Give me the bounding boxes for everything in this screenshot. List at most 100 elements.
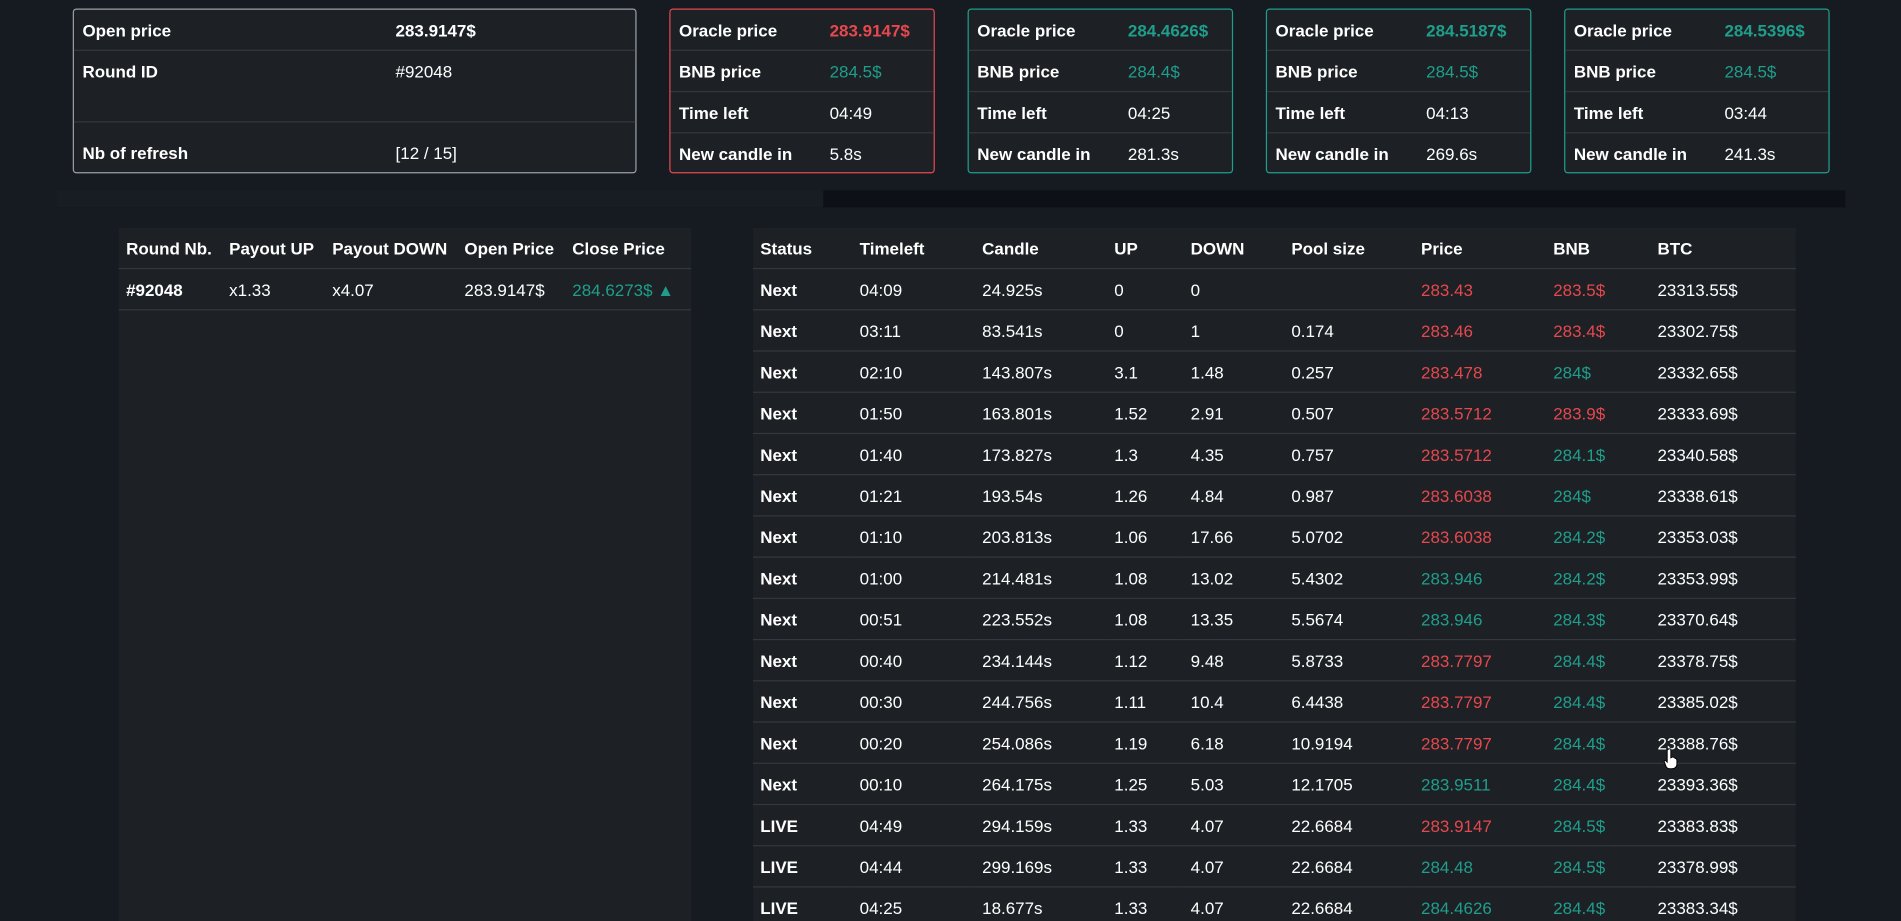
row-status: Next <box>752 680 853 723</box>
table-row[interactable]: Next 01:00 214.481s 1.08 13.02 5.4302 283.946 2… <box>752 557 1796 599</box>
row-candle: 294.159s <box>974 804 1108 847</box>
row-pool-size: 0.507 <box>1284 392 1414 435</box>
column-header-payout-down[interactable]: Payout DOWN <box>324 227 458 270</box>
row-bnb: 283.5$ <box>1545 268 1651 311</box>
row-candle: 223.552s <box>974 598 1108 641</box>
column-header-payout-up[interactable]: Payout UP <box>221 227 325 270</box>
round-id-value: #92048 <box>387 50 636 123</box>
table-row[interactable]: Next 00:30 244.756s 1.11 10.4 6.4438 283.7797 2… <box>752 680 1796 723</box>
row-pool-size: 22.6684 <box>1284 845 1414 888</box>
payout-up: x1.33 <box>221 268 325 311</box>
round-info-card: Open price 283.9147$ Round ID #92048 Nb … <box>72 8 637 174</box>
rounds-header-row: Round Nb. Payout UP Payout DOWN Open Pri… <box>118 227 692 270</box>
row-status: Next <box>752 763 853 806</box>
row-btc: 23378.99$ <box>1650 845 1796 888</box>
table-row[interactable]: LIVE 04:44 299.169s 1.33 4.07 22.6684 284.48 28… <box>752 845 1796 888</box>
row-up: 3.1 <box>1107 351 1184 393</box>
row-bnb: 284.5$ <box>1545 804 1651 847</box>
column-header-down[interactable]: DOWN <box>1183 227 1285 270</box>
row-up: 1.33 <box>1107 804 1184 847</box>
table-row[interactable]: Next 01:50 163.801s 1.52 2.91 0.507 283.5712 28… <box>752 392 1796 435</box>
new-candle-value: 281.3s <box>1127 143 1179 164</box>
row-price: 283.946 <box>1413 598 1546 641</box>
table-row[interactable]: Next 01:10 203.813s 1.06 17.66 5.0702 283.6038… <box>752 515 1796 558</box>
row-candle: 203.813s <box>974 515 1108 558</box>
row-down: 6.18 <box>1183 722 1285 764</box>
table-row[interactable]: Next 01:40 173.827s 1.3 4.35 0.757 283.5712 284… <box>752 433 1796 476</box>
row-candle: 244.756s <box>974 680 1108 723</box>
row-candle: 163.801s <box>974 392 1108 435</box>
row-pool-size: 5.8733 <box>1284 639 1414 682</box>
column-header-close-price[interactable]: Close Price <box>565 227 692 270</box>
oracle-price-label: Oracle price <box>1565 9 1716 51</box>
column-header-round[interactable]: Round Nb. <box>118 227 222 270</box>
time-left-label: Time left <box>1267 91 1418 134</box>
row-status: LIVE <box>752 886 853 921</box>
table-row[interactable]: Next 03:11 83.541s 0 1 0.174 283.46 283.4$ 23302… <box>752 309 1796 352</box>
round-id-row: Round ID #92048 <box>73 50 636 123</box>
row-up: 1.12 <box>1107 639 1184 682</box>
history-panel: Status Timeleft Candle UP DOWN Pool size… <box>752 227 1796 921</box>
row-timeleft: 00:20 <box>852 722 975 764</box>
separator-band <box>56 190 1846 208</box>
payout-down: x4.07 <box>324 268 458 311</box>
table-row[interactable]: #92048 x1.33 x4.07 283.9147$ 284.6273$ ▲ <box>118 268 692 311</box>
table-row[interactable]: Next 01:21 193.54s 1.26 4.84 0.987 283.6038 284… <box>752 474 1796 517</box>
new-candle-value: 5.8s <box>829 143 862 164</box>
column-header-timeleft[interactable]: Timeleft <box>852 227 975 270</box>
row-status: Next <box>752 309 853 352</box>
row-up: 1.33 <box>1107 845 1184 888</box>
separator-band-segment <box>56 190 824 208</box>
column-header-up[interactable]: UP <box>1107 227 1184 270</box>
bnb-price-label: BNB price <box>968 50 1120 93</box>
column-header-pool-size[interactable]: Pool size <box>1284 227 1414 270</box>
row-bnb: 284.3$ <box>1545 598 1651 641</box>
row-btc: 23340.58$ <box>1650 433 1796 476</box>
bnb-price-label: BNB price <box>670 50 822 93</box>
column-header-open-price[interactable]: Open Price <box>457 227 566 270</box>
oracle-price-value: 284.4626$ <box>1119 9 1232 51</box>
row-bnb: 283.9$ <box>1545 392 1651 435</box>
row-status: Next <box>752 722 853 764</box>
row-status: Next <box>752 598 853 641</box>
row-down: 4.07 <box>1183 845 1285 888</box>
row-status: Next <box>752 474 853 517</box>
table-row[interactable]: LIVE 04:25 18.677s 1.33 4.07 22.6684 284.4626 2… <box>752 886 1796 921</box>
column-header-status[interactable]: Status <box>752 227 853 270</box>
row-bnb: 284$ <box>1545 474 1651 517</box>
row-pool-size: 12.1705 <box>1284 763 1414 806</box>
table-row[interactable]: Next 02:10 143.807s 3.1 1.48 0.257 283.478 284$… <box>752 351 1796 393</box>
table-row[interactable]: Next 00:40 234.144s 1.12 9.48 5.8733 283.7797 2… <box>752 639 1796 682</box>
row-pool-size: 5.0702 <box>1284 515 1414 558</box>
time-left-label: Time left <box>1565 91 1716 134</box>
table-row[interactable]: Next 00:51 223.552s 1.08 13.35 5.5674 283.946 2… <box>752 598 1796 641</box>
column-header-bnb[interactable]: BNB <box>1545 227 1651 270</box>
row-status: LIVE <box>752 845 853 888</box>
row-down: 4.84 <box>1183 474 1285 517</box>
row-price: 283.9147 <box>1413 804 1546 847</box>
row-price: 283.5712 <box>1413 433 1546 476</box>
table-row[interactable]: Next 00:10 264.175s 1.25 5.03 12.1705 283.9511… <box>752 763 1796 806</box>
table-row[interactable]: Next 00:20 254.086s 1.19 6.18 10.9194 283.7797… <box>752 722 1796 764</box>
refresh-label: Nb of refresh <box>82 142 189 162</box>
row-pool-size: 0.757 <box>1284 433 1414 476</box>
row-up: 1.26 <box>1107 474 1184 517</box>
row-pool-size: 22.6684 <box>1284 886 1414 921</box>
row-candle: 214.481s <box>974 557 1108 599</box>
hand-cursor-icon <box>1663 748 1678 770</box>
row-price: 283.478 <box>1413 351 1546 393</box>
row-up: 1.11 <box>1107 680 1184 723</box>
table-row[interactable]: LIVE 04:49 294.159s 1.33 4.07 22.6684 283.9147… <box>752 804 1796 847</box>
row-price: 283.7797 <box>1413 722 1546 764</box>
column-header-price[interactable]: Price <box>1413 227 1546 270</box>
row-bnb: 284.4$ <box>1545 680 1651 723</box>
row-down: 17.66 <box>1183 515 1285 558</box>
row-up: 1.33 <box>1107 886 1184 921</box>
row-price: 283.6038 <box>1413 515 1546 558</box>
time-left-label: Time left <box>670 91 822 134</box>
row-timeleft: 04:49 <box>852 804 975 847</box>
table-row[interactable]: Next 04:09 24.925s 0 0 283.43 283.5$ 23313.55$ <box>752 268 1796 311</box>
bnb-price-label: BNB price <box>1267 50 1418 93</box>
column-header-btc[interactable]: BTC <box>1650 227 1796 270</box>
column-header-candle[interactable]: Candle <box>974 227 1108 270</box>
